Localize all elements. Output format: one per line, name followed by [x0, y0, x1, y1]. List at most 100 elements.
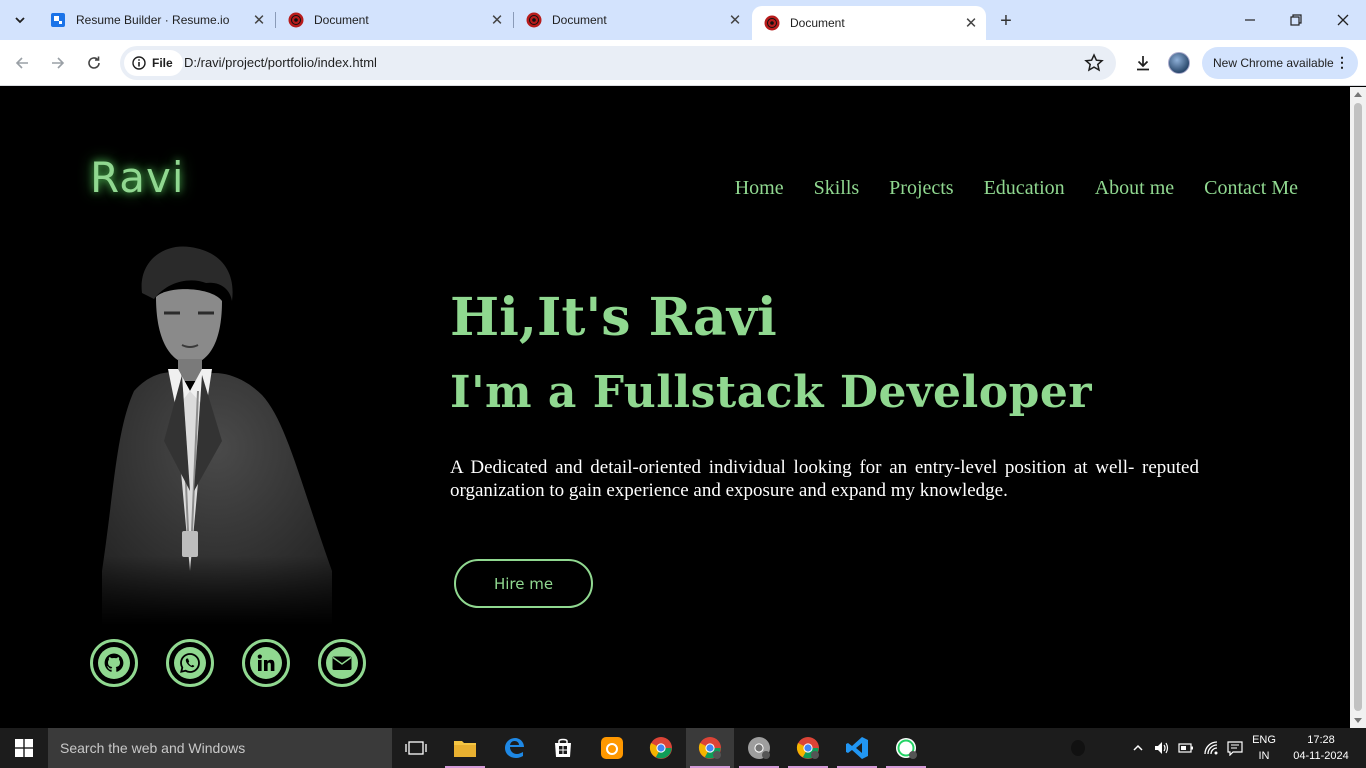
browser-toolbar: File D:/ravi/project/portfolio/index.htm… [0, 40, 1366, 86]
arrow-right-icon [52, 57, 65, 69]
info-icon [132, 56, 146, 70]
sharingan-icon [288, 12, 304, 28]
speaker-icon [1155, 742, 1169, 754]
close-icon[interactable]: ✕ [962, 14, 980, 32]
reload-icon [88, 56, 100, 69]
nav-projects[interactable]: Projects [889, 177, 953, 200]
taskbar-vscode[interactable] [833, 728, 881, 768]
tray-app-icon[interactable] [1069, 739, 1087, 757]
taskbar-file-explorer[interactable] [441, 728, 489, 768]
hero-description: A Dedicated and detail-oriented individu… [450, 457, 1199, 501]
scroll-down-arrow[interactable] [1354, 718, 1362, 723]
taskbar-search[interactable]: Search the web and Windows [48, 728, 392, 768]
tab-resume[interactable]: Resume Builder · Resume.io ✕ [38, 6, 274, 34]
taskbar-chrome-profile-1[interactable] [686, 728, 734, 768]
forward-button[interactable] [46, 51, 70, 75]
vscode-icon [846, 737, 868, 759]
taskbar-uc-browser[interactable] [588, 728, 636, 768]
volume-button[interactable] [1152, 728, 1172, 768]
lang-region: IN [1258, 750, 1270, 762]
new-tab-button[interactable]: + [994, 9, 1018, 33]
clock-date: 04-11-2024 [1293, 750, 1349, 762]
sharingan-icon [526, 12, 542, 28]
nav-contact-me[interactable]: Contact Me [1204, 177, 1298, 200]
tab-document-1[interactable]: Document ✕ [276, 6, 512, 34]
linkedin-link[interactable] [242, 639, 290, 687]
input-language[interactable]: ENG IN [1248, 732, 1280, 764]
linkedin-icon [250, 647, 282, 679]
scrollbar-thumb[interactable] [1354, 103, 1362, 711]
show-hidden-icons-button[interactable] [1128, 728, 1148, 768]
new-chrome-available-button[interactable]: New Chrome available ⋮ [1202, 47, 1358, 79]
email-icon [326, 647, 358, 679]
tab-document-active[interactable]: Document ✕ [752, 6, 986, 40]
site-logo[interactable]: Ravi [90, 153, 185, 202]
nav-education[interactable]: Education [984, 177, 1065, 200]
url-text[interactable]: D:/ravi/project/portfolio/index.html [184, 55, 377, 70]
arrow-left-icon [15, 57, 28, 69]
tab-document-2[interactable]: Document ✕ [514, 6, 750, 34]
taskbar-chrome-profile-2[interactable] [735, 728, 783, 768]
whatsapp-icon [896, 738, 917, 759]
more-menu-icon[interactable]: ⋮ [1335, 54, 1349, 71]
tab-search-button[interactable] [7, 7, 33, 33]
close-window-button[interactable] [1331, 8, 1355, 32]
chevron-down-icon [15, 17, 25, 24]
github-icon [98, 647, 130, 679]
action-center-button[interactable] [1224, 728, 1246, 768]
wifi-icon [1204, 741, 1218, 755]
address-bar[interactable]: File D:/ravi/project/portfolio/index.htm… [120, 46, 1116, 80]
uc-browser-icon [601, 737, 623, 759]
tab-strip: Resume Builder · Resume.io ✕ Document ✕ … [0, 0, 1366, 40]
nav-about-me[interactable]: About me [1095, 177, 1174, 200]
whatsapp-icon [174, 647, 206, 679]
site-info-chip[interactable]: File [124, 50, 183, 76]
chrome-icon [796, 737, 819, 759]
scroll-up-arrow[interactable] [1354, 92, 1362, 97]
chevron-up-icon [1133, 744, 1143, 751]
restore-button[interactable] [1284, 8, 1308, 32]
battery-button[interactable] [1176, 728, 1196, 768]
close-icon[interactable]: ✕ [250, 11, 268, 29]
windows-logo-icon [15, 739, 33, 757]
avatar [1168, 52, 1190, 74]
sharingan-icon [764, 15, 780, 31]
email-link[interactable] [318, 639, 366, 687]
taskbar-store[interactable] [539, 728, 587, 768]
back-button[interactable] [10, 51, 34, 75]
tab-title: Resume Builder · Resume.io [76, 13, 230, 27]
nav-home[interactable]: Home [735, 177, 784, 200]
resume-io-icon [51, 13, 65, 27]
task-view-icon [405, 741, 427, 755]
close-icon[interactable]: ✕ [726, 11, 744, 29]
taskbar-chrome-profile-3[interactable] [784, 728, 832, 768]
profile-button[interactable] [1167, 51, 1191, 75]
page-viewport: Ravi Home Skills Projects Education Abou… [0, 87, 1350, 728]
taskbar-chrome[interactable] [637, 728, 685, 768]
taskbar-whatsapp[interactable] [882, 728, 930, 768]
downloads-button[interactable] [1131, 51, 1155, 75]
task-view-button[interactable] [392, 728, 440, 768]
taskbar-clock[interactable]: 17:28 04-11-2024 [1288, 732, 1354, 764]
reload-button[interactable] [82, 51, 106, 75]
chrome-icon [748, 737, 770, 759]
bookmark-star-icon[interactable] [1084, 53, 1104, 73]
tab-title: Document [314, 13, 369, 27]
close-icon[interactable]: ✕ [488, 11, 506, 29]
store-icon [555, 738, 571, 757]
chrome-icon [649, 737, 672, 759]
update-label: New Chrome available [1213, 56, 1334, 70]
github-link[interactable] [90, 639, 138, 687]
network-button[interactable] [1200, 728, 1222, 768]
page-scrollbar[interactable] [1350, 87, 1366, 728]
nav-skills[interactable]: Skills [814, 177, 860, 200]
notification-icon [1227, 741, 1243, 756]
start-button[interactable] [0, 728, 48, 768]
hire-me-button[interactable]: Hire me [454, 559, 593, 608]
whatsapp-link[interactable] [166, 639, 214, 687]
windows-taskbar: Search the web and Windows ENG IN 17:28 … [0, 728, 1366, 768]
minimize-button[interactable] [1238, 8, 1262, 32]
taskbar-edge[interactable] [490, 728, 538, 768]
battery-icon [1178, 743, 1193, 753]
chrome-icon [698, 737, 721, 759]
